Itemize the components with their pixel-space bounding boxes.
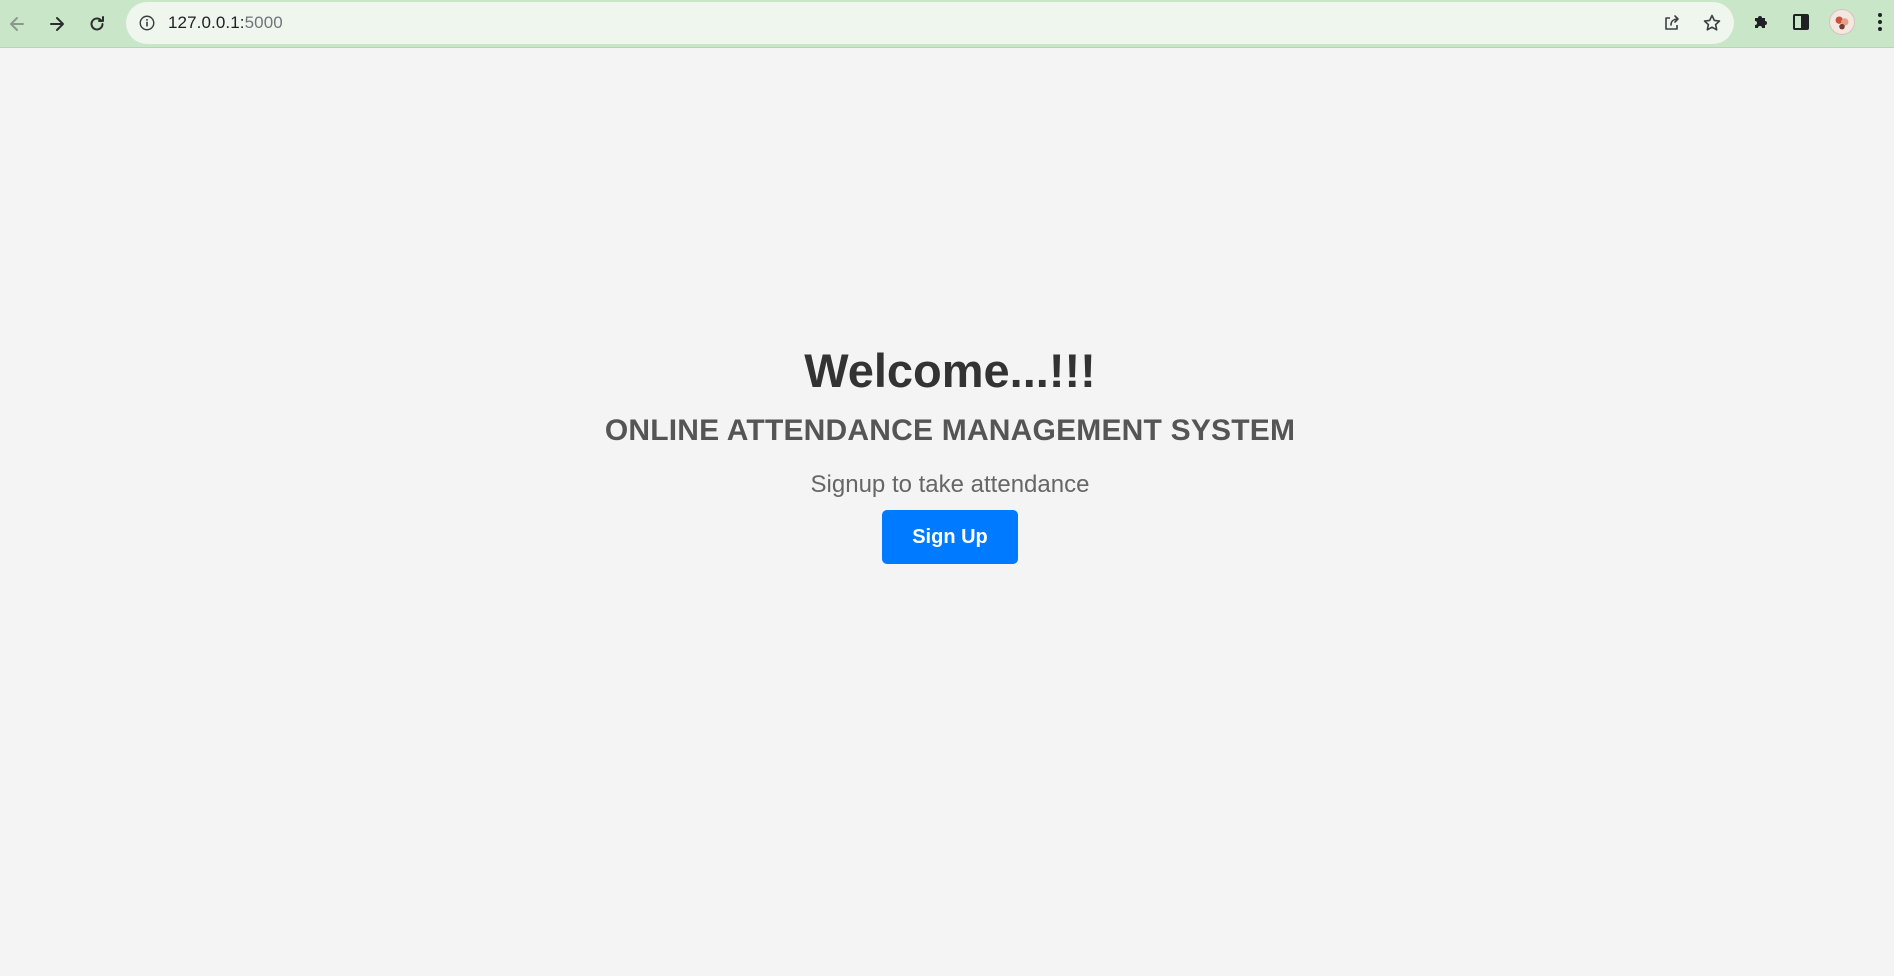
back-button[interactable] (2, 9, 32, 39)
arrow-right-icon (50, 17, 64, 31)
arrow-left-icon (10, 17, 24, 31)
info-icon[interactable] (137, 13, 157, 33)
address-bar[interactable]: 127.0.0.1:5000 (126, 2, 1734, 44)
system-title: ONLINE ATTENDANCE MANAGEMENT SYSTEM (604, 414, 1296, 447)
url-host: 127.0.0.1: (168, 13, 245, 32)
page-title: Welcome...!!! (804, 344, 1096, 397)
sign-up-button[interactable]: Sign Up (882, 510, 1018, 564)
url-port: 5000 (244, 13, 283, 32)
avatar[interactable] (1829, 9, 1855, 35)
side-panel-icon[interactable] (1790, 11, 1812, 33)
forward-button[interactable] (42, 9, 72, 39)
more-vert-icon[interactable] (1874, 11, 1886, 33)
reload-button[interactable] (82, 9, 112, 39)
signup-tagline: Signup to take attendance (810, 471, 1090, 498)
page-content: Welcome...!!! ONLINE ATTENDANCE MANAGEME… (0, 48, 1894, 976)
browser-toolbar: 127.0.0.1:5000 (0, 0, 1894, 48)
star-icon[interactable] (1702, 13, 1722, 33)
share-icon[interactable] (1662, 13, 1682, 33)
url-text[interactable]: 127.0.0.1:5000 (168, 2, 283, 44)
puzzle-icon[interactable] (1750, 11, 1772, 33)
reload-icon (90, 16, 104, 31)
